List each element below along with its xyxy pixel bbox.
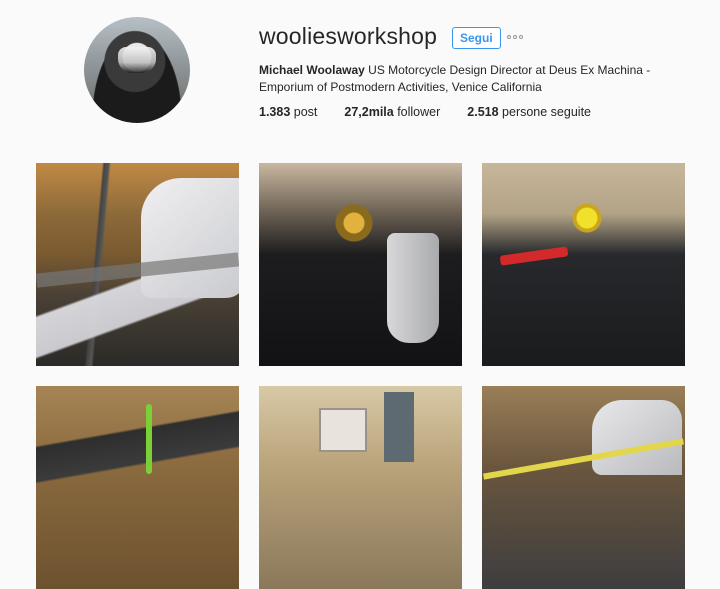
stat-followers[interactable]: 27,2mila follower: [344, 105, 440, 119]
post-thumbnail[interactable]: [259, 386, 462, 589]
followers-label: follower: [393, 105, 441, 119]
post-thumbnail[interactable]: [259, 163, 462, 366]
stat-posts: 1.383 post: [259, 105, 317, 119]
post-thumbnail[interactable]: [36, 163, 239, 366]
profile-avatar[interactable]: [84, 17, 190, 123]
more-dot: [507, 35, 511, 39]
followers-count: 27,2mila: [344, 105, 394, 119]
post-thumbnail[interactable]: [482, 386, 685, 589]
posts-label: post: [290, 105, 318, 119]
post-thumbnail[interactable]: [36, 386, 239, 589]
more-dot: [513, 35, 517, 39]
profile-username: wooliesworkshop: [259, 23, 438, 49]
bio-name: Michael Woolaway: [259, 63, 365, 77]
more-dot: [519, 35, 523, 39]
following-count: 2.518: [467, 105, 499, 119]
follow-button[interactable]: Segui: [452, 27, 501, 49]
stat-following[interactable]: 2.518 persone seguite: [467, 105, 591, 119]
profile-bio: Michael Woolaway US Motorcycle Design Di…: [259, 62, 659, 96]
posts-count: 1.383: [259, 105, 291, 119]
post-thumbnail[interactable]: [482, 163, 685, 366]
following-label: persone seguite: [498, 105, 591, 119]
profile-stats: 1.383 post 27,2mila follower 2.518 perso…: [259, 105, 618, 119]
more-options-icon[interactable]: [507, 35, 523, 39]
